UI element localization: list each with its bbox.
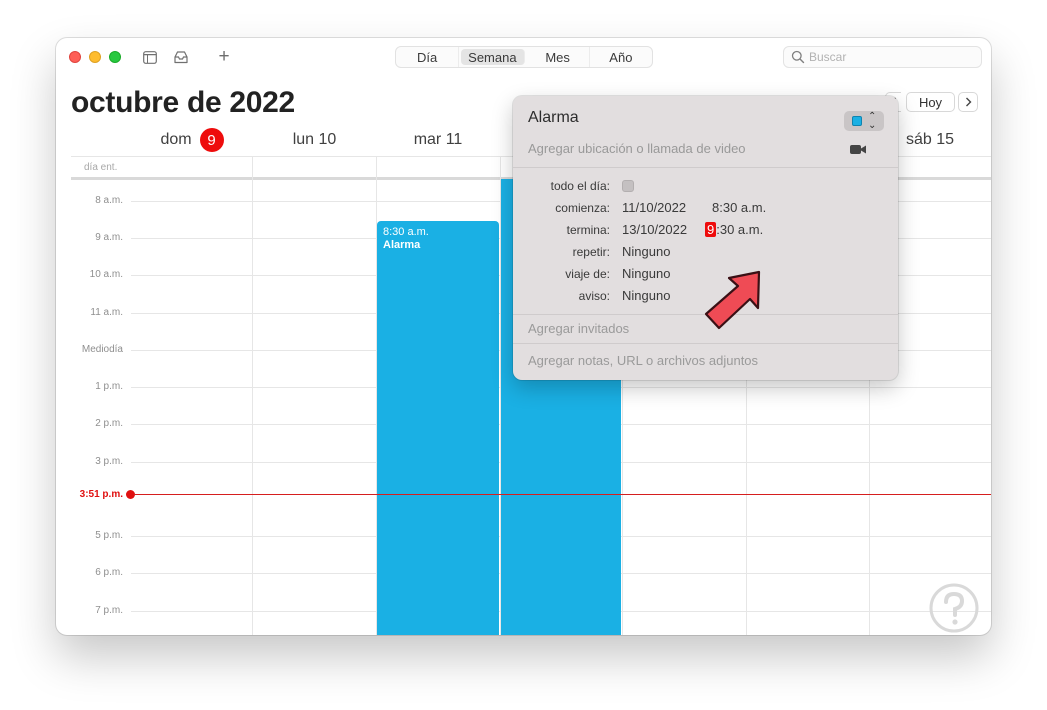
next-week-button[interactable] [958,92,978,112]
calendar-list-icon[interactable] [141,48,159,66]
day-name: dom [160,131,192,148]
notes-field[interactable]: Agregar notas, URL o archivos adjuntos [528,353,758,368]
repeat-label: repetir: [572,245,610,259]
month-title: octubre de 2022 [71,86,295,119]
today-badge: 9 [199,128,224,152]
view-year-tab[interactable]: Año [590,47,652,67]
travel-label: viaje de: [565,267,610,281]
annotation-arrow-icon [704,270,761,330]
calendar-color-picker[interactable]: ⌃ ⌄ [844,111,884,131]
day-column-divider [252,156,253,635]
current-time-label: 3:51 p.m. [79,489,123,500]
end-hour-selected[interactable]: 9 [705,222,717,237]
up-down-arrows-icon: ⌃ ⌄ [868,111,877,131]
day-header-sunday[interactable]: dom 9 [131,124,253,156]
close-window-button[interactable] [69,51,81,63]
hour-label: 2 p.m. [95,418,123,429]
view-day-tab[interactable]: Día [396,47,460,67]
hour-label: 7 p.m. [95,605,123,616]
search-input[interactable] [809,48,974,66]
toolbar: + Día Semana Mes Año [56,38,991,76]
view-switcher: Día Semana Mes Año [395,46,653,68]
calendar-window: + Día Semana Mes Año octubre de 2022 Hoy… [56,38,991,635]
alert-label: aviso: [578,289,610,303]
current-time-line [134,494,991,495]
today-button[interactable]: Hoy [906,92,955,112]
event-alarma-day1[interactable]: 8:30 a.m. Alarma [377,221,499,635]
invitees-field[interactable]: Agregar invitados [528,321,629,336]
end-time-field[interactable]: 9:30 a.m. [705,222,763,237]
allday-row-label: día ent. [84,162,118,173]
day-header-monday[interactable]: lun 10 [253,124,376,156]
end-date-field[interactable]: 13/10/2022 [622,222,687,237]
popover-divider [513,343,898,344]
plus-icon[interactable]: + [215,47,233,66]
end-time-rest: :30 a.m. [716,222,764,237]
hour-label: 10 a.m. [89,269,123,280]
event-title: Alarma [383,239,421,251]
travel-field[interactable]: Ninguno [622,266,670,281]
hour-label: 9 a.m. [95,232,123,243]
day-header-tuesday[interactable]: mar 11 [376,124,500,156]
search-box [783,46,982,68]
calendar-color-swatch [852,116,862,126]
minimize-window-button[interactable] [89,51,101,63]
zoom-window-button[interactable] [109,51,121,63]
hour-label: 6 p.m. [95,567,123,578]
alert-field[interactable]: Ninguno [622,288,670,303]
popover-divider [513,167,898,168]
view-month-tab[interactable]: Mes [527,47,590,67]
event-time: 8:30 a.m. [383,226,429,238]
hour-label: 8 a.m. [95,195,123,206]
start-label: comienza: [555,201,610,215]
site-logo-icon [929,583,979,633]
hour-label: Mediodía [81,344,123,355]
inbox-icon[interactable] [172,48,190,66]
repeat-field[interactable]: Ninguno [622,244,670,259]
hour-label: 1 p.m. [95,381,123,392]
hour-label: 3 p.m. [95,456,123,467]
view-week-tab[interactable]: Semana [461,49,525,65]
chevron-right-icon [965,95,972,110]
video-camera-icon[interactable] [850,142,866,160]
event-title-field[interactable]: Alarma [528,109,579,127]
start-time-field[interactable]: 8:30 a.m. [712,200,766,215]
allday-checkbox[interactable] [622,180,634,192]
end-label: termina: [566,223,610,237]
event-detail-popover: Alarma ⌃ ⌄ Agregar ubicación o llamada de… [513,96,898,380]
hour-label: 11 a.m. [90,307,123,318]
location-field[interactable]: Agregar ubicación o llamada de video [528,141,746,156]
start-date-field[interactable]: 11/10/2022 [622,200,686,215]
allday-label: todo el día: [550,179,610,193]
hour-label: 5 p.m. [95,530,123,541]
search-icon [791,50,805,69]
